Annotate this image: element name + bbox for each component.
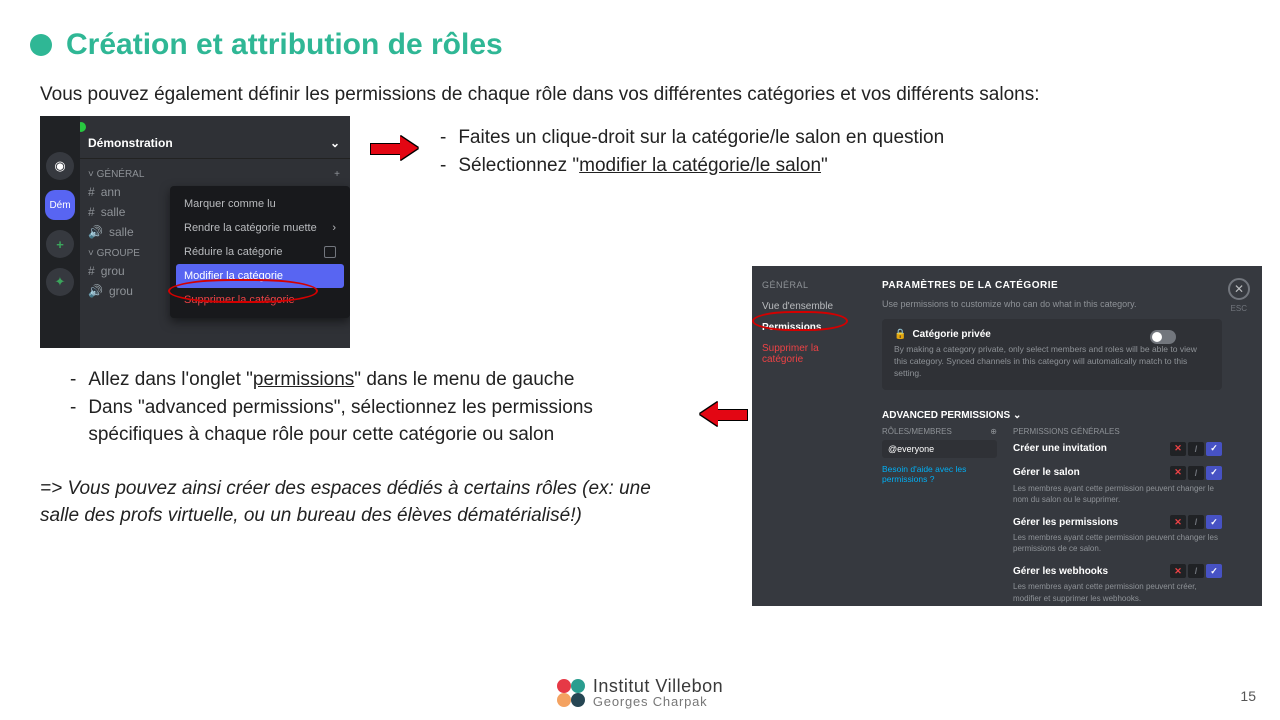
sidebar-item-overview[interactable]: Vue d'ensemble [762, 296, 862, 317]
server-name-header: Démonstration ⌄ # [40, 136, 350, 159]
slide-title-row: Création et attribution de rôles [0, 0, 1280, 62]
permission-row: Gérer les permissions ✕/✓ Les membres ay… [1013, 515, 1222, 554]
close-button[interactable]: ✕ [1228, 278, 1250, 300]
discord-logo-icon: ◉ [46, 152, 74, 180]
title-bullet-dot [30, 34, 52, 56]
permissions-header: PERMISSIONS GÉNÉRALES [1013, 427, 1222, 442]
server-badge: Dém [45, 190, 75, 220]
panel-title: PARAMÈTRES DE LA CATÉGORIE [882, 280, 1222, 299]
window-traffic-lights [40, 116, 350, 136]
permission-toggle[interactable]: ✕/✓ [1170, 564, 1222, 578]
instruction-item: Allez dans l'onglet "permissions" dans l… [88, 366, 574, 394]
permission-row: Créer une invitation ✕/✓ [1013, 442, 1222, 456]
slide-title: Création et attribution de rôles [66, 28, 503, 62]
chevron-down-icon: ⌄ [1013, 410, 1021, 421]
role-chip-everyone[interactable]: @everyone [882, 440, 997, 458]
sidebar-item-permissions[interactable]: Permissions [762, 317, 862, 338]
arrow-right-icon [370, 136, 420, 160]
permission-title: Gérer les webhooks [1013, 566, 1108, 577]
add-role-icon[interactable]: ⊕ [990, 427, 997, 436]
server-name: Démonstration [88, 136, 173, 150]
footer: Institut Villebon Georges Charpak [0, 677, 1280, 708]
instructions-list-2: Allez dans l'onglet "permissions" dans l… [40, 366, 680, 530]
discord-permissions-screenshot: GÉNÉRAL Vue d'ensemble Permissions Suppr… [752, 266, 1262, 606]
permission-description: Les membres ayant cette permission peuve… [1013, 578, 1222, 603]
esc-label: ESC [1231, 304, 1247, 313]
permission-title: Gérer le salon [1013, 467, 1080, 478]
permissions-column: PERMISSIONS GÉNÉRALES Créer une invitati… [1013, 427, 1222, 606]
private-description: By making a category private, only selec… [894, 340, 1210, 380]
permission-description: Les membres ayant cette permission peuve… [1013, 529, 1222, 554]
instructions-list-1: Faites un clique-droit sur la catégorie/… [440, 116, 944, 179]
advanced-permissions-header: ADVANCED PERMISSIONS ⌄ [882, 404, 1222, 427]
instruction-item: Dans "advanced permissions", sélectionne… [88, 394, 680, 449]
add-server-icon: + [46, 230, 74, 258]
intro-text: Vous pouvez également définir les permis… [0, 62, 1280, 116]
institute-name: Institut Villebon Georges Charpak [593, 677, 723, 708]
plus-icon: + [334, 169, 340, 180]
category-label: GROUPE [97, 248, 140, 259]
context-menu: Marquer comme lu Rendre la catégorie mue… [170, 186, 350, 318]
panel-description: Use permissions to customize who can do … [882, 299, 1222, 319]
permission-toggle[interactable]: ✕/✓ [1170, 515, 1222, 529]
explore-icon: ✦ [46, 268, 74, 296]
instruction-item: Sélectionnez "modifier la catégorie/le s… [458, 152, 827, 180]
menu-item-edit-category[interactable]: Modifier la catégorie [176, 264, 344, 288]
menu-item-mark-read[interactable]: Marquer comme lu [176, 192, 344, 216]
permission-toggle[interactable]: ✕/✓ [1170, 442, 1222, 456]
institute-line1: Institut Villebon [593, 677, 723, 695]
permissions-help-link[interactable]: Besoin d'aide avec les permissions ? [882, 464, 997, 484]
roles-header: RÔLES/MEMBRES [882, 427, 952, 436]
checkbox-icon [324, 246, 336, 258]
sidebar-section-header: GÉNÉRAL [762, 280, 862, 296]
conclusion-text: => Vous pouvez ainsi créer des espaces d… [40, 449, 680, 530]
discord-server-rail: ◉ Dém + ✦ [40, 116, 80, 348]
permission-row: Gérer le salon ✕/✓ Les membres ayant cet… [1013, 466, 1222, 505]
discord-context-menu-screenshot: ◉ Dém + ✦ Démonstration ⌄ # ˅ GÉNÉRAL + … [40, 116, 350, 348]
institute-line2: Georges Charpak [593, 695, 723, 708]
arrow-left-icon [698, 402, 748, 426]
menu-item-collapse[interactable]: Réduire la catégorie [176, 240, 344, 264]
permission-title: Gérer les permissions [1013, 517, 1118, 528]
permission-row: Gérer les webhooks ✕/✓ Les membres ayant… [1013, 564, 1222, 603]
category-label: GÉNÉRAL [97, 169, 145, 180]
chevron-right-icon: › [332, 222, 336, 234]
private-title: Catégorie privée [912, 329, 990, 340]
private-toggle[interactable] [1150, 330, 1176, 344]
lock-icon: 🔒 [894, 329, 906, 340]
instruction-item: Faites un clique-droit sur la catégorie/… [458, 124, 944, 152]
menu-item-delete-category[interactable]: Supprimer la catégorie [176, 288, 344, 312]
permission-toggle[interactable]: ✕/✓ [1170, 466, 1222, 480]
category-general: ˅ GÉNÉRAL + [88, 163, 350, 182]
page-number: 15 [1240, 688, 1256, 704]
permission-description: Les membres ayant cette permission peuve… [1013, 480, 1222, 505]
permission-title: Créer une invitation [1013, 443, 1107, 454]
institute-logo-icon [557, 679, 585, 707]
roles-column: RÔLES/MEMBRES ⊕ @everyone Besoin d'aide a… [882, 427, 997, 606]
settings-sidebar: GÉNÉRAL Vue d'ensemble Permissions Suppr… [752, 266, 872, 606]
menu-item-mute[interactable]: Rendre la catégorie muette› [176, 216, 344, 240]
chevron-down-icon: ⌄ [330, 136, 340, 150]
sidebar-item-delete[interactable]: Supprimer la catégorie [762, 338, 862, 370]
